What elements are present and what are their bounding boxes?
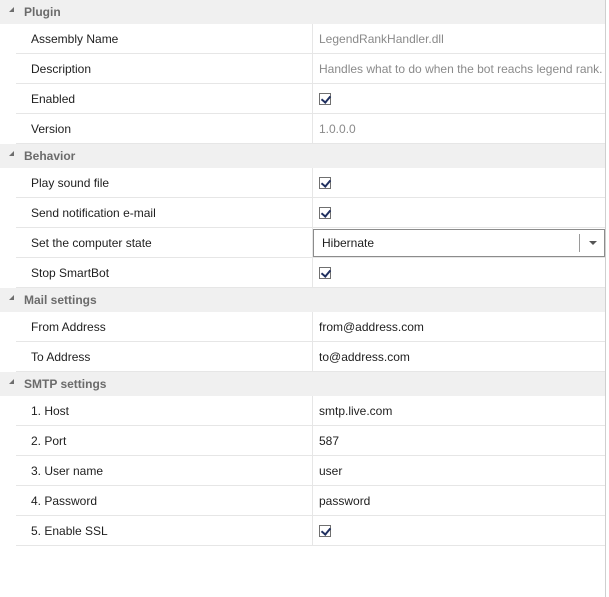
collapse-triangle-icon[interactable] <box>9 295 14 300</box>
category-smtp-settings[interactable]: SMTP settings <box>0 372 605 396</box>
category-title: SMTP settings <box>24 377 107 391</box>
property-name: Send notification e-mail <box>16 198 313 227</box>
property-name: Stop SmartBot <box>16 258 313 287</box>
property-row-play-sound[interactable]: Play sound file <box>16 168 605 198</box>
property-name: Enabled <box>16 84 313 113</box>
property-row-from-address[interactable]: From Address from@address.com <box>16 312 605 342</box>
password-field[interactable]: password <box>313 486 605 515</box>
description-value[interactable]: Handles what to do when the bot reachs l… <box>313 54 605 83</box>
play-sound-checkbox[interactable] <box>319 176 331 189</box>
collapse-triangle-icon[interactable] <box>9 151 14 156</box>
property-name: Version <box>16 114 313 143</box>
dropdown-selected-value: Hibernate <box>322 235 375 250</box>
property-row-assembly-name[interactable]: Assembly Name LegendRankHandler.dll <box>16 24 605 54</box>
property-name: 1. Host <box>16 396 313 425</box>
property-name: From Address <box>16 312 313 341</box>
property-row-host[interactable]: 1. Host smtp.live.com <box>16 396 605 426</box>
from-address-field[interactable]: from@address.com <box>313 312 605 341</box>
property-row-enable-ssl[interactable]: 5. Enable SSL <box>16 516 605 546</box>
user-name-field[interactable]: user <box>313 456 605 485</box>
property-row-password[interactable]: 4. Password password <box>16 486 605 516</box>
property-name: Play sound file <box>16 168 313 197</box>
property-name: 2. Port <box>16 426 313 455</box>
category-title: Behavior <box>24 149 76 163</box>
category-title: Mail settings <box>24 293 97 307</box>
property-name: 5. Enable SSL <box>16 516 313 545</box>
assembly-name-value[interactable]: LegendRankHandler.dll <box>313 24 605 53</box>
to-address-field[interactable]: to@address.com <box>313 342 605 371</box>
category-plugin[interactable]: Plugin <box>0 0 605 24</box>
category-title: Plugin <box>24 5 61 19</box>
property-name: 4. Password <box>16 486 313 515</box>
category-mail-settings[interactable]: Mail settings <box>0 288 605 312</box>
enable-ssl-checkbox[interactable] <box>319 524 331 537</box>
property-row-version[interactable]: Version 1.0.0.0 <box>16 114 605 144</box>
enabled-checkbox[interactable] <box>319 92 331 105</box>
collapse-triangle-icon[interactable] <box>9 379 14 384</box>
collapse-triangle-icon[interactable] <box>9 7 14 12</box>
stop-smartbot-checkbox[interactable] <box>319 266 331 279</box>
property-name: Assembly Name <box>16 24 313 53</box>
property-name: To Address <box>16 342 313 371</box>
property-name: Set the computer state <box>16 228 313 257</box>
dropdown-separator <box>579 233 580 252</box>
property-name: 3. User name <box>16 456 313 485</box>
property-name: Description <box>16 54 313 83</box>
property-row-computer-state[interactable]: Set the computer state Hibernate <box>16 228 605 258</box>
property-row-stop-smartbot[interactable]: Stop SmartBot <box>16 258 605 288</box>
property-row-description[interactable]: Description Handles what to do when the … <box>16 54 605 84</box>
chevron-down-icon[interactable] <box>589 240 597 245</box>
computer-state-dropdown[interactable]: Hibernate <box>313 228 605 257</box>
host-field[interactable]: smtp.live.com <box>313 396 605 425</box>
property-row-port[interactable]: 2. Port 587 <box>16 426 605 456</box>
property-row-to-address[interactable]: To Address to@address.com <box>16 342 605 372</box>
property-row-enabled[interactable]: Enabled <box>16 84 605 114</box>
version-value[interactable]: 1.0.0.0 <box>313 114 605 143</box>
port-field[interactable]: 587 <box>313 426 605 455</box>
property-row-user-name[interactable]: 3. User name user <box>16 456 605 486</box>
send-email-checkbox[interactable] <box>319 206 331 219</box>
category-behavior[interactable]: Behavior <box>0 144 605 168</box>
property-row-send-email[interactable]: Send notification e-mail <box>16 198 605 228</box>
property-grid: Plugin Assembly Name LegendRankHandler.d… <box>0 0 606 597</box>
